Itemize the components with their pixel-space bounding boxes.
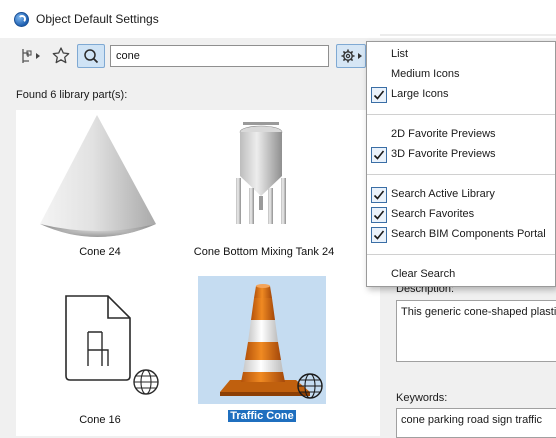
menu-item-list[interactable]: List <box>367 45 556 65</box>
menu-item-search-favorites[interactable]: Search Favorites <box>367 205 556 225</box>
library-item-cone-24[interactable]: Cone 24 <box>38 112 162 262</box>
keywords-field[interactable]: cone parking road sign traffic <box>396 408 556 438</box>
library-item-label: Cone 24 <box>79 246 121 258</box>
cone-thumbnail-icon <box>40 115 156 237</box>
star-icon <box>52 47 70 64</box>
check-icon <box>371 147 387 163</box>
search-input[interactable] <box>110 45 329 67</box>
library-item-traffic-cone[interactable]: Traffic Cone <box>198 276 326 430</box>
mixing-tank-thumbnail-icon <box>236 122 286 224</box>
library-grid[interactable]: Cone 24 Cone Bottom Mixing Tank 24 Cone … <box>16 110 380 436</box>
window-title: Object Default Settings <box>36 12 159 26</box>
menu-separator <box>367 174 555 175</box>
menu-separator <box>367 254 555 255</box>
favorites-button[interactable] <box>50 44 72 68</box>
library-item-cone-16[interactable]: Cone 16 <box>38 280 162 430</box>
search-mode-button[interactable] <box>77 44 105 68</box>
menu-separator <box>367 114 555 115</box>
library-item-label: Traffic Cone <box>228 410 296 422</box>
archicad-app-icon <box>14 12 29 27</box>
details-panel: Description: This generic cone-shaped pl… <box>388 280 556 438</box>
check-icon <box>371 207 387 223</box>
menu-item-large-icons[interactable]: Large Icons <box>367 85 556 105</box>
keywords-label: Keywords: <box>396 392 448 404</box>
traffic-cone-thumbnail-icon <box>220 284 323 399</box>
check-icon <box>371 227 387 243</box>
menu-item-search-active-library[interactable]: Search Active Library <box>367 185 556 205</box>
menu-item-3d-favorite-previews[interactable]: 3D Favorite Previews <box>367 145 556 165</box>
navigator-button[interactable] <box>16 44 46 68</box>
library-item-label: Cone Bottom Mixing Tank 24 <box>193 246 335 258</box>
description-field[interactable]: This generic cone-shaped plastic <box>396 300 556 362</box>
check-icon <box>371 187 387 203</box>
object-file-icon <box>65 295 159 395</box>
menu-item-medium-icons[interactable]: Medium Icons <box>367 65 556 85</box>
library-item-label: Cone 16 <box>79 414 121 426</box>
tree-nav-icon <box>22 49 40 63</box>
results-count-label: Found 6 library part(s): <box>16 89 128 101</box>
check-icon <box>371 87 387 103</box>
settings-menu-button[interactable] <box>336 44 366 68</box>
gear-icon <box>341 49 362 63</box>
menu-item-search-bim-components-portal[interactable]: Search BIM Components Portal <box>367 225 556 245</box>
menu-item-2d-favorite-previews[interactable]: 2D Favorite Previews <box>367 125 556 145</box>
menu-item-clear-search[interactable]: Clear Search <box>367 265 556 285</box>
library-item-cone-bottom-mixing-tank-24[interactable]: Cone Bottom Mixing Tank 24 <box>186 112 342 262</box>
search-icon <box>84 49 99 64</box>
view-options-menu[interactable]: List Medium Icons Large Icons 2D Favorit… <box>366 41 556 287</box>
